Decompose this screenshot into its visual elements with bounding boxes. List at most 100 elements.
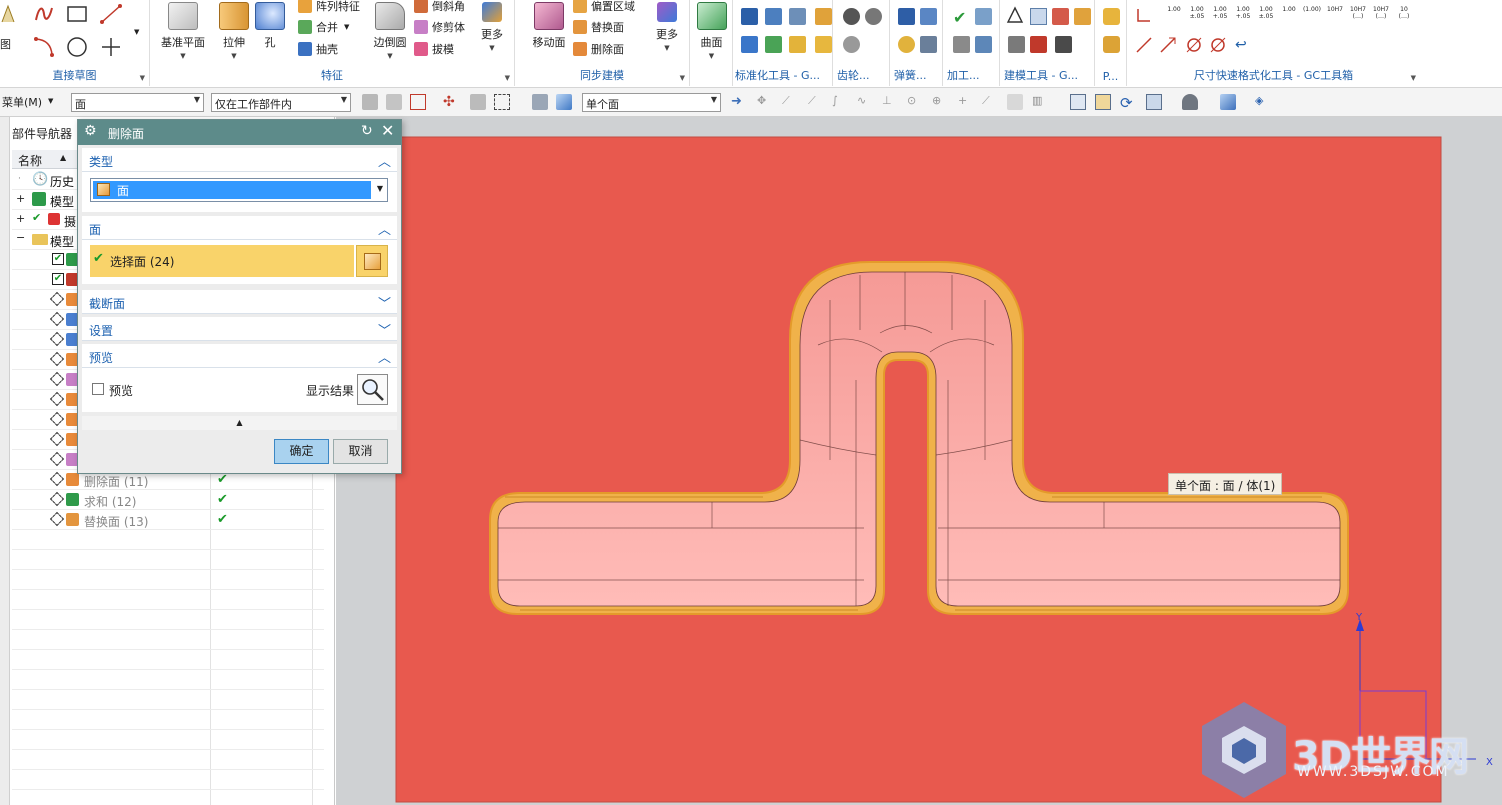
hole-button[interactable]: 孔	[246, 2, 294, 64]
trim-body-button[interactable]: 修剪体	[414, 17, 465, 37]
arc-icon[interactable]	[33, 36, 55, 58]
draft-button[interactable]: 拔模	[414, 39, 454, 59]
section-preview[interactable]: 预览 ︿	[82, 344, 397, 368]
curve-snap-icon[interactable]: ∫	[832, 94, 848, 110]
tool-icon[interactable]	[765, 36, 782, 53]
snap-icon[interactable]: ✣	[443, 94, 459, 110]
view-orient-icon[interactable]	[1220, 94, 1236, 110]
render-style-icon[interactable]	[1182, 94, 1198, 110]
select-filter-icon[interactable]	[410, 94, 426, 110]
tool-icon[interactable]	[1103, 36, 1120, 53]
surface-button[interactable]: 曲面 ▼	[690, 2, 733, 64]
curve-snap-icon[interactable]: ∿	[857, 94, 873, 110]
snap-point-icon[interactable]: ✥	[757, 94, 773, 110]
tool-icon[interactable]	[1074, 8, 1091, 25]
tool-icon[interactable]	[815, 8, 832, 25]
move-face-button[interactable]: 移动面	[525, 2, 573, 64]
machining-icon[interactable]	[975, 36, 992, 53]
section-type[interactable]: 类型 ︿	[82, 148, 397, 172]
spring-icon[interactable]	[920, 8, 937, 25]
sort-up-icon[interactable]: ▲	[60, 153, 66, 162]
rectangle-icon[interactable]	[66, 4, 88, 24]
tool-icon[interactable]	[741, 36, 758, 53]
zoom-icon[interactable]	[1095, 94, 1111, 110]
spring-icon[interactable]	[898, 36, 915, 53]
chamfer-button[interactable]: 倒斜角	[414, 0, 465, 16]
face-selector-button[interactable]	[356, 245, 388, 277]
sketch-icon[interactable]	[0, 2, 18, 28]
line-snap-icon[interactable]: ⟋	[808, 94, 824, 110]
quadrant-snap-icon[interactable]: ⊕	[932, 94, 948, 110]
group-dropdown-icon[interactable]: ▼	[140, 74, 145, 82]
tool-icon[interactable]	[765, 8, 782, 25]
section-settings[interactable]: 设置 ﹀	[82, 317, 397, 341]
table-icon[interactable]	[1030, 8, 1047, 25]
gear-icon[interactable]	[865, 8, 882, 25]
tool-icon[interactable]	[741, 8, 758, 25]
resource-bar[interactable]	[0, 117, 10, 805]
preview-checkbox[interactable]	[92, 383, 104, 395]
dialog-titlebar[interactable]: ⚙ 删除面 ↻ ✕	[78, 120, 401, 145]
cube-icon[interactable]	[556, 94, 572, 110]
spring-icon[interactable]	[920, 36, 937, 53]
dim-format-button[interactable]: 10 (…)	[1393, 6, 1415, 20]
box-select-icon[interactable]	[494, 94, 510, 110]
nav-row-replace-face[interactable]: 替换面 (13) ✔	[12, 510, 324, 530]
machining-icon[interactable]	[953, 36, 970, 53]
edit-dimension-icon[interactable]	[1135, 36, 1153, 54]
snap-icon[interactable]	[532, 94, 548, 110]
layout-icon[interactable]	[1146, 94, 1162, 110]
face-rule-select[interactable]: 单个面 ▼	[582, 93, 721, 112]
face-snap-icon[interactable]	[1007, 94, 1023, 110]
part-viewport[interactable]	[336, 117, 1502, 805]
gear-icon[interactable]	[843, 36, 860, 53]
dim-format-button[interactable]: 1.00	[1278, 6, 1300, 13]
arrow-right-icon[interactable]: ➜	[731, 94, 747, 110]
undo-arrow-icon[interactable]: ↩	[1235, 37, 1252, 54]
gear-icon[interactable]	[843, 8, 860, 25]
snap-icon[interactable]: ▥	[1032, 94, 1048, 110]
triangle-icon[interactable]	[1006, 6, 1024, 24]
menu-button[interactable]: 菜单(M)	[2, 94, 42, 110]
type-select[interactable]: 面 ▼	[90, 178, 388, 202]
rotate-icon[interactable]: ⟳	[1120, 94, 1136, 112]
offset-region-button[interactable]: 偏置区域	[573, 0, 635, 16]
tool-icon[interactable]	[1008, 36, 1025, 53]
snap-icon[interactable]	[470, 94, 486, 110]
spring-icon[interactable]	[898, 8, 915, 25]
tool-icon[interactable]	[789, 8, 806, 25]
dimension-icon[interactable]	[1135, 6, 1153, 24]
combine-button[interactable]: 合并 ▼	[298, 17, 349, 37]
select-face-row[interactable]: ✔ 选择面 (24)	[90, 245, 354, 277]
show-result-button[interactable]	[357, 374, 388, 405]
group-dropdown-icon[interactable]: ▼	[1411, 74, 1416, 82]
group-dropdown-icon[interactable]: ▼	[680, 74, 685, 82]
point-icon[interactable]	[100, 36, 122, 58]
line-snap-icon[interactable]: ⟋	[782, 94, 798, 110]
dim-format-button[interactable]: 10H7 (…)	[1370, 6, 1392, 20]
tool-icon[interactable]	[1030, 36, 1047, 53]
type-filter-select[interactable]: 面 ▼	[71, 93, 204, 112]
column-name[interactable]: 名称	[18, 152, 42, 169]
point-snap-icon[interactable]: +	[958, 94, 974, 110]
navigator-tab[interactable]: 部件导航器	[12, 125, 72, 142]
section-cross-section[interactable]: 截断面 ﹀	[82, 290, 397, 314]
dim-format-button[interactable]: 1.00 ±.05	[1186, 6, 1208, 20]
reset-icon[interactable]: ↻	[361, 123, 373, 139]
machining-icon[interactable]	[975, 8, 992, 25]
dim-format-button[interactable]: 1.00 +.05	[1209, 6, 1231, 20]
shell-button[interactable]: 抽壳	[298, 39, 338, 59]
tool-icon[interactable]	[1055, 36, 1072, 53]
tool-icon[interactable]	[1052, 8, 1069, 25]
gallery-down-icon[interactable]: ▼	[134, 28, 139, 36]
group-dropdown-icon[interactable]: ▼	[505, 74, 510, 82]
tool-icon[interactable]	[789, 36, 806, 53]
edit-dimension-icon[interactable]	[1159, 36, 1177, 54]
fit-view-icon[interactable]	[1070, 94, 1086, 110]
graphics-window[interactable]: Y X	[336, 117, 1502, 805]
delete-face-button[interactable]: 删除面	[573, 39, 624, 59]
section-face[interactable]: 面 ︿	[82, 216, 397, 240]
diameter-icon[interactable]	[1209, 36, 1227, 54]
sync-more-button[interactable]: 更多 ▼	[645, 2, 689, 64]
nav-row-unite[interactable]: 求和 (12) ✔	[12, 490, 324, 510]
